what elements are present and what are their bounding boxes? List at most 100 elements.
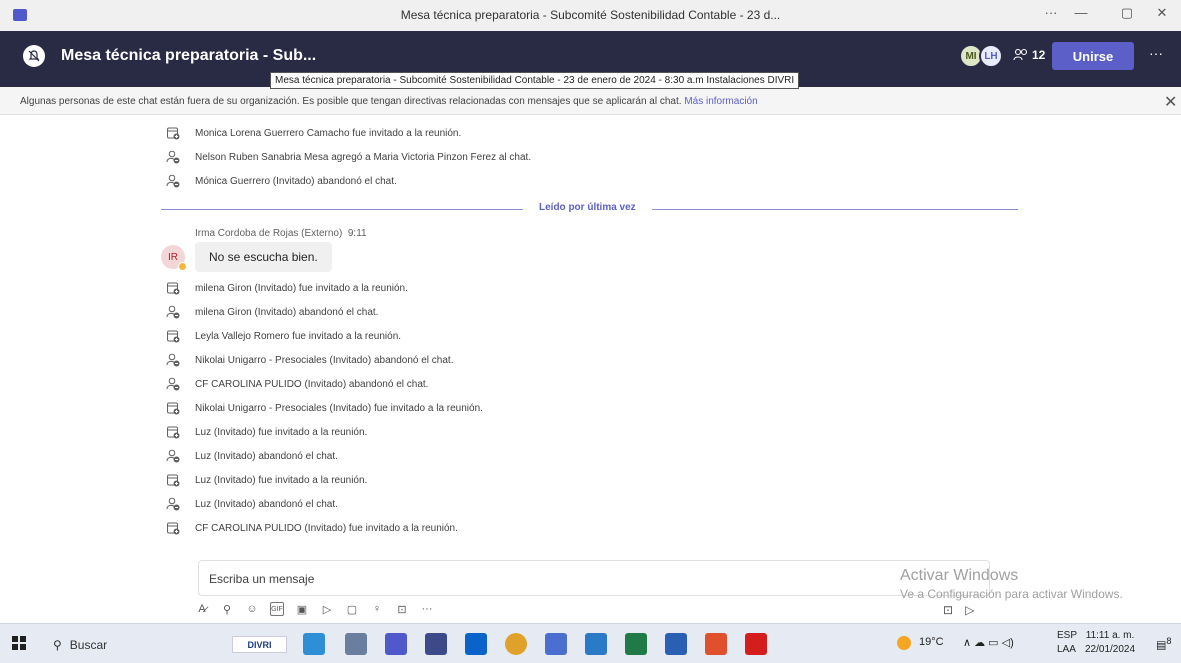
divri-app[interactable]: DIVRI [232, 636, 287, 653]
app-icon[interactable] [545, 633, 567, 655]
file-manager-icon[interactable] [585, 633, 607, 655]
banner-text: Algunas personas de este chat están fuer… [20, 96, 758, 107]
more-options-button[interactable]: ··· [420, 602, 434, 616]
apps-icon[interactable]: ⊡ [395, 602, 409, 616]
message-sender: Irma Cordoba de Rojas (Externo) 9:11 [195, 228, 367, 239]
person-leave-icon [165, 496, 181, 512]
message-time: 9:11 [347, 228, 367, 239]
calendar-add-icon [165, 472, 181, 488]
message-compose-box[interactable]: Escriba un mensaje [198, 560, 990, 596]
format-icon[interactable]: A̷ [195, 602, 209, 616]
praise-icon[interactable]: ▢ [345, 602, 359, 616]
message-list[interactable]: Monica Lorena Guerrero Camacho fue invit… [0, 115, 1181, 545]
calculator-app-icon[interactable] [425, 633, 447, 655]
clock-time: 11:11 a. m. [1085, 630, 1135, 641]
gif-icon[interactable]: GIF [270, 602, 284, 616]
chat-event-text: Nelson Ruben Sanabria Mesa agregó a Mari… [195, 151, 532, 163]
chat-event-row: Mónica Guerrero (Invitado) abandonó el c… [165, 171, 397, 191]
attach-icon[interactable]: ⚲ [220, 602, 234, 616]
close-window-button[interactable]: ✕ [1152, 5, 1172, 21]
chat-event-text: Luz (Invitado) fue invitado a la reunión… [195, 474, 368, 486]
activate-windows-subtitle: Ve a Configuración para activar Windows. [900, 587, 1123, 601]
temperature[interactable]: 19°C [919, 636, 944, 648]
calendar-add-icon [165, 328, 181, 344]
message-bubble[interactable]: No se escucha bien. [195, 242, 332, 272]
loop-icon[interactable]: ♀ [370, 602, 384, 616]
calendar-add-icon [165, 520, 181, 536]
tray-icons[interactable]: ∧ ☁ ▭ ◁) [963, 636, 1014, 649]
edge-app-icon[interactable] [303, 633, 325, 655]
taskbar-search[interactable]: ⚲ Buscar [53, 632, 183, 657]
chat-event-row: Luz (Invitado) fue invitado a la reunión… [165, 422, 367, 442]
chat-event-text: Luz (Invitado) abandonó el chat. [195, 498, 338, 510]
chat-event-text: Mónica Guerrero (Invitado) abandonó el c… [195, 175, 397, 187]
attach-file-icon[interactable]: ⊡ [943, 603, 953, 617]
minimize-button[interactable]: — [1071, 5, 1091, 20]
window-more-button[interactable]: ··· [1041, 5, 1061, 20]
clock[interactable]: 11:11 a. m. 22/01/2024 [1085, 629, 1135, 657]
language-indicator[interactable]: ESP LAA [1057, 629, 1077, 657]
title-tooltip: Mesa técnica preparatoria - Subcomité So… [270, 72, 800, 89]
taskbar: ⚲ Buscar DIVRI 19°C ∧ ☁ ▭ ◁) ESP LAA 11:1… [0, 623, 1181, 663]
sender-name: Irma Cordoba de Rojas (Externo) [195, 228, 343, 239]
notification-icon[interactable]: ▤8 [1156, 636, 1172, 652]
teams-app-icon[interactable] [385, 633, 407, 655]
chat-event-text: Luz (Invitado) fue invitado a la reunión… [195, 426, 368, 438]
more-info-link[interactable]: Más información [684, 96, 757, 107]
calendar-add-icon [165, 424, 181, 440]
chat-event-row: milena Giron (Invitado) abandonó el chat… [165, 302, 378, 322]
chat-event-text: Leyla Vallejo Romero fue invitado a la r… [195, 330, 402, 342]
chat-event-row: Leyla Vallejo Romero fue invitado a la r… [165, 326, 401, 346]
muted-bell-icon[interactable] [23, 45, 45, 67]
avatar[interactable]: LH [979, 44, 1003, 68]
chat-event-row: Luz (Invitado) abandonó el chat. [165, 446, 338, 466]
window-title: Mesa técnica preparatoria - Subcomité So… [400, 8, 781, 22]
outlook-app-icon[interactable] [465, 633, 487, 655]
lang-primary: ESP [1057, 630, 1078, 641]
sticker-icon[interactable]: ▣ [295, 602, 309, 616]
calendar-add-icon [165, 280, 181, 296]
send-icon[interactable]: ▷ [965, 603, 974, 617]
app-icon[interactable] [705, 633, 727, 655]
chat-event-text: CF CAROLINA PULIDO (Invitado) fue invita… [195, 522, 458, 534]
last-read-divider: Leído por última vez [161, 202, 1018, 213]
join-button[interactable]: Unirse [1052, 42, 1134, 70]
word-app-icon[interactable] [665, 633, 687, 655]
schedule-meeting-icon[interactable]: ▷ [320, 602, 334, 616]
explorer-app-icon[interactable] [345, 633, 367, 655]
emoji-icon[interactable]: ☺ [245, 602, 259, 616]
avatar[interactable]: IR [161, 245, 187, 271]
person-leave-icon [165, 173, 181, 189]
search-icon: ⚲ [53, 637, 62, 652]
chat-event-row: Monica Lorena Guerrero Camacho fue invit… [165, 123, 461, 143]
compose-toolbar: A̷ ⚲ ☺ GIF ▣ ▷ ▢ ♀ ⊡ ··· [195, 602, 434, 616]
banner-message: Algunas personas de este chat están fuer… [20, 96, 682, 107]
chat-event-text: milena Giron (Invitado) fue invitado a l… [195, 282, 408, 294]
person-leave-icon [165, 352, 181, 368]
send-area: ⊡ ▷ [943, 603, 974, 617]
chat-title[interactable]: Mesa técnica preparatoria - Sub... [61, 47, 316, 65]
weather-icon[interactable] [897, 636, 911, 650]
clock-date: 22/01/2024 [1085, 644, 1136, 655]
acrobat-app-icon[interactable] [745, 633, 767, 655]
lang-secondary: LAA [1057, 644, 1076, 655]
chat-event-row: CF CAROLINA PULIDO (Invitado) abandonó e… [165, 374, 428, 394]
close-icon[interactable]: ✕ [1164, 92, 1177, 112]
chat-event-text: milena Giron (Invitado) abandonó el chat… [195, 306, 379, 318]
calendar-add-icon [165, 400, 181, 416]
people-icon [1013, 48, 1028, 61]
person-leave-icon [165, 448, 181, 464]
calendar-add-icon [165, 125, 181, 141]
chat-event-row: Luz (Invitado) fue invitado a la reunión… [165, 470, 367, 490]
external-users-banner: Algunas personas de este chat están fuer… [0, 87, 1181, 115]
maximize-button[interactable]: ▢ [1117, 5, 1137, 21]
compose-placeholder: Escriba un mensaje [209, 572, 315, 586]
header-more-button[interactable]: ··· [1149, 45, 1163, 61]
status-dot [178, 262, 187, 271]
windows-start-icon[interactable] [12, 636, 26, 650]
excel-app-icon[interactable] [625, 633, 647, 655]
chat-event-row: Nelson Ruben Sanabria Mesa agregó a Mari… [165, 147, 531, 167]
chrome-app-icon[interactable] [505, 633, 527, 655]
chat-event-text: Nikolai Unigarro - Presociales (Invitado… [195, 354, 454, 366]
participants-button[interactable]: 12 [1013, 48, 1045, 62]
